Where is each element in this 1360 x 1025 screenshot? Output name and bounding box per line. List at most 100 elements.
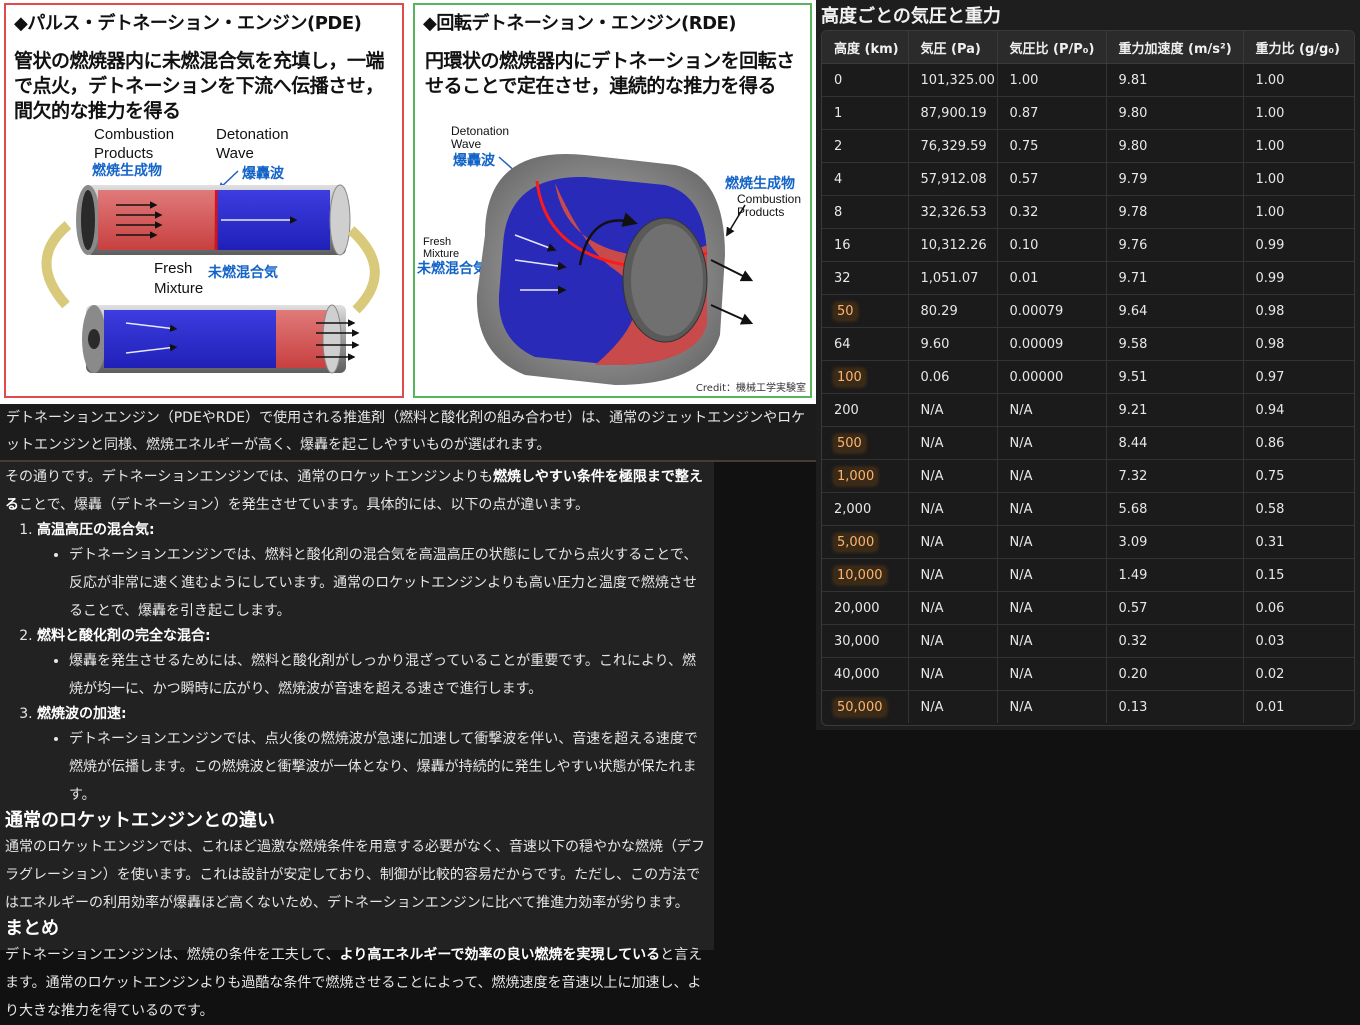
table-row: 5,000 N/A N/A 3.09 0.31 [822,525,1354,559]
cell-altitude: 100 [822,360,909,394]
cell-altitude-value: 10,000 [834,566,886,584]
cell-gravity-ratio: 1.00 [1243,63,1354,97]
table-row: 0 101,325.00 1.00 9.81 1.00 [822,63,1354,97]
cell-pressure-value: 101,325.00 [920,72,995,88]
header-gravity: 重力加速度 (m/s²) [1106,31,1244,64]
cell-pressure: N/A [908,525,998,559]
cell-altitude: 16 [822,228,909,262]
cell-altitude-value: 1 [834,105,843,121]
cell-gravity-ratio-value: 0.97 [1255,369,1285,385]
table-row: 20,000 N/A N/A 0.57 0.06 [822,591,1354,625]
cell-gravity-value: 9.80 [1118,138,1148,154]
cell-pressure: N/A [908,657,998,691]
cell-pressure-ratio: N/A [997,657,1107,691]
table-row: 1 87,900.19 0.87 9.80 1.00 [822,96,1354,130]
cell-altitude-value: 5,000 [834,533,878,551]
table-title: 高度ごとの気圧と重力 [821,6,1001,27]
cell-gravity: 9.80 [1106,129,1244,163]
cell-gravity-value: 0.57 [1118,600,1148,616]
cell-pressure-ratio: 0.00000 [997,360,1107,394]
pde-diagram: Combustion Products 燃焼生成物 Detonation Wav… [41,126,380,374]
cell-altitude: 0 [822,63,909,97]
cell-pressure-ratio: N/A [997,525,1107,559]
cell-gravity: 9.80 [1106,96,1244,130]
pde-label-products: Products [94,145,153,162]
cell-altitude: 30,000 [822,624,909,658]
cell-pressure-ratio-value: 0.57 [1009,171,1039,187]
cell-pressure: 0.06 [908,360,998,394]
cell-gravity-ratio-value: 0.98 [1255,303,1285,319]
cell-pressure: 101,325.00 [908,63,998,97]
cell-pressure-ratio: 0.00009 [997,327,1107,361]
intro-text-after: ことで、爆轟（デトネーション）を発生させています。具体的には、以下の点が違います… [19,497,589,513]
cell-pressure: N/A [908,426,998,460]
cell-altitude-value: 40,000 [834,666,880,682]
rde-diagram: Detonation Wave 爆轟波 燃焼生成物 Combustion Pro… [417,124,801,385]
cell-altitude-value: 100 [834,368,865,386]
points-list: 高温高圧の混合気: デトネーションエンジンでは、燃料と酸化剤の混合気を高温高圧の… [5,519,710,809]
cell-altitude: 32 [822,261,909,295]
cell-gravity: 9.76 [1106,228,1244,262]
cell-pressure-ratio: 0.01 [997,261,1107,295]
rde-label-detonation: Detonation [451,124,509,138]
pde-label-products-ja: 燃焼生成物 [92,162,162,179]
summary-paragraph: デトネーションエンジンは、燃焼の条件を工夫して、より高エネルギーで効率の良い燃焼… [5,941,710,1025]
cell-gravity-ratio: 0.94 [1243,393,1354,427]
cell-pressure-value: 0.06 [920,369,950,385]
list-item-bullet: デトネーションエンジンでは、燃料と酸化剤の混合気を高温高圧の状態にしてから点火す… [69,541,710,625]
header-pressure: 気圧 (Pa) [908,31,998,64]
table-row: 50,000 N/A N/A 0.13 0.01 [822,690,1354,723]
cell-pressure-value: 80.29 [920,303,958,319]
cell-pressure-ratio-value: N/A [1009,633,1033,649]
cell-altitude: 64 [822,327,909,361]
cell-pressure-ratio-value: N/A [1009,600,1033,616]
cell-pressure-ratio: 0.57 [997,162,1107,196]
cell-pressure-ratio-value: 0.75 [1009,138,1039,154]
cell-altitude: 50,000 [822,690,909,723]
cell-altitude: 1 [822,96,909,130]
table-row: 1,000 N/A N/A 7.32 0.75 [822,459,1354,493]
difference-paragraph: 通常のロケットエンジンでは、これほど過激な燃焼条件を用意する必要がなく、音速以下… [5,839,705,911]
pde-label-mixture: Mixture [154,280,203,297]
figure-credit: Credit：機械工学実験室 [695,383,806,394]
cell-pressure: 76,329.59 [908,129,998,163]
cell-gravity-value: 9.71 [1118,270,1148,286]
cell-gravity-ratio: 0.15 [1243,558,1354,592]
cell-altitude: 5,000 [822,525,909,559]
pde-label-fresh-ja: 未燃混合気 [208,264,278,281]
pde-label-wave: Wave [216,145,254,162]
cell-gravity: 0.13 [1106,690,1244,723]
table-row: 8 32,326.53 0.32 9.78 1.00 [822,195,1354,229]
cell-gravity-ratio: 0.99 [1243,261,1354,295]
cell-altitude-value: 0 [834,72,843,88]
cell-pressure-ratio: 0.00079 [997,294,1107,328]
rde-label-fresh: Fresh [423,236,451,248]
cell-gravity-ratio-value: 0.02 [1255,666,1285,682]
pde-panel: ◆パルス・デトネーション・エンジン(PDE) 管状の燃焼器内に未燃混合気を充填し… [4,3,404,398]
cell-gravity-ratio-value: 1.00 [1255,138,1285,154]
cell-gravity-ratio: 0.75 [1243,459,1354,493]
cell-gravity-ratio-value: 0.03 [1255,633,1285,649]
cell-gravity-ratio-value: 1.00 [1255,171,1285,187]
question-caption: デトネーションエンジン（PDEやRDE）で使用される推進剤（燃料と酸化剤の組み合… [0,404,816,462]
summary-bold: より高エネルギーで効率の良い燃焼を実現している [339,947,661,963]
cell-pressure-ratio: N/A [997,492,1107,526]
cell-pressure-value: 76,329.59 [920,138,987,154]
cell-pressure-ratio: N/A [997,690,1107,723]
heading-summary: まとめ [5,918,59,939]
cell-gravity-ratio: 1.00 [1243,162,1354,196]
cell-pressure: N/A [908,492,998,526]
cell-gravity-value: 9.21 [1118,402,1148,418]
table-row: 100 0.06 0.00000 9.51 0.97 [822,360,1354,394]
cell-gravity: 3.09 [1106,525,1244,559]
list-item-bullet: デトネーションエンジンでは、点火後の燃焼波が急速に加速して衝撃波を伴い、音速を超… [69,725,710,809]
cell-pressure-ratio-value: N/A [1009,501,1033,517]
cell-gravity-ratio-value: 0.06 [1255,600,1285,616]
table-row: 4 57,912.08 0.57 9.79 1.00 [822,162,1354,196]
list-item-title: 高温高圧の混合気 [37,522,149,538]
cell-gravity-ratio-value: 0.58 [1255,501,1285,517]
list-item: 燃焼波の加速: デトネーションエンジンでは、点火後の燃焼波が急速に加速して衝撃波… [37,703,710,809]
cell-gravity: 9.64 [1106,294,1244,328]
cell-gravity-value: 0.20 [1118,666,1148,682]
cell-altitude-value: 32 [834,270,851,286]
